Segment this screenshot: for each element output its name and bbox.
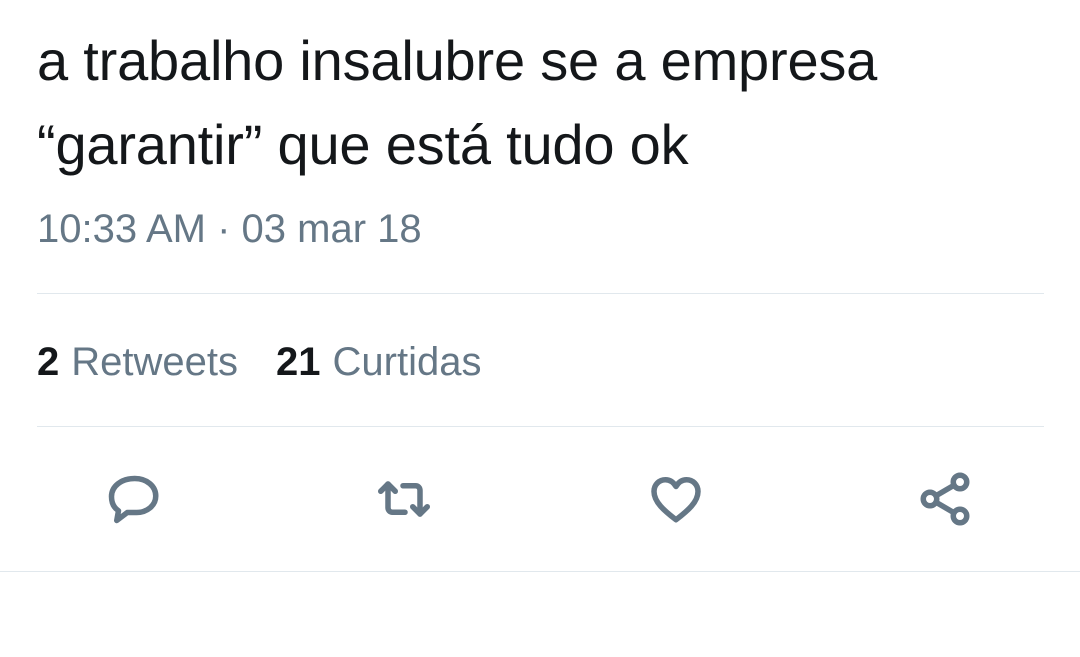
tweet-detail: a trabalho insalubre se a empresa “garan…	[0, 0, 1080, 571]
tweet-stats: 2 Retweets 21 Curtidas	[37, 337, 481, 387]
retweets-count: 2	[37, 340, 60, 384]
divider	[37, 426, 1044, 427]
retweet-button[interactable]	[368, 463, 440, 535]
likes-count: 21	[276, 340, 321, 384]
tweet-text-line: a trabalho insalubre se a empresa	[37, 29, 878, 92]
tweet-timestamp[interactable]: 10:33 AM · 03 mar 18	[37, 204, 422, 254]
retweets-label: Retweets	[71, 340, 238, 384]
tweet-text-line: “garantir” que está tudo ok	[37, 113, 689, 176]
retweets-stat[interactable]: 2 Retweets	[37, 337, 238, 387]
divider	[37, 293, 1044, 294]
tweet-actions	[0, 463, 1080, 535]
reply-icon	[108, 475, 159, 524]
share-icon	[920, 472, 970, 526]
tweet-text: a trabalho insalubre se a empresa “garan…	[37, 19, 1047, 187]
share-button[interactable]	[909, 463, 981, 535]
bottom-divider	[0, 571, 1080, 572]
heart-icon	[651, 477, 701, 523]
reply-button[interactable]	[98, 463, 170, 535]
like-button[interactable]	[640, 463, 712, 535]
retweet-icon	[378, 481, 430, 517]
likes-label: Curtidas	[332, 340, 482, 384]
likes-stat[interactable]: 21 Curtidas	[276, 337, 481, 387]
